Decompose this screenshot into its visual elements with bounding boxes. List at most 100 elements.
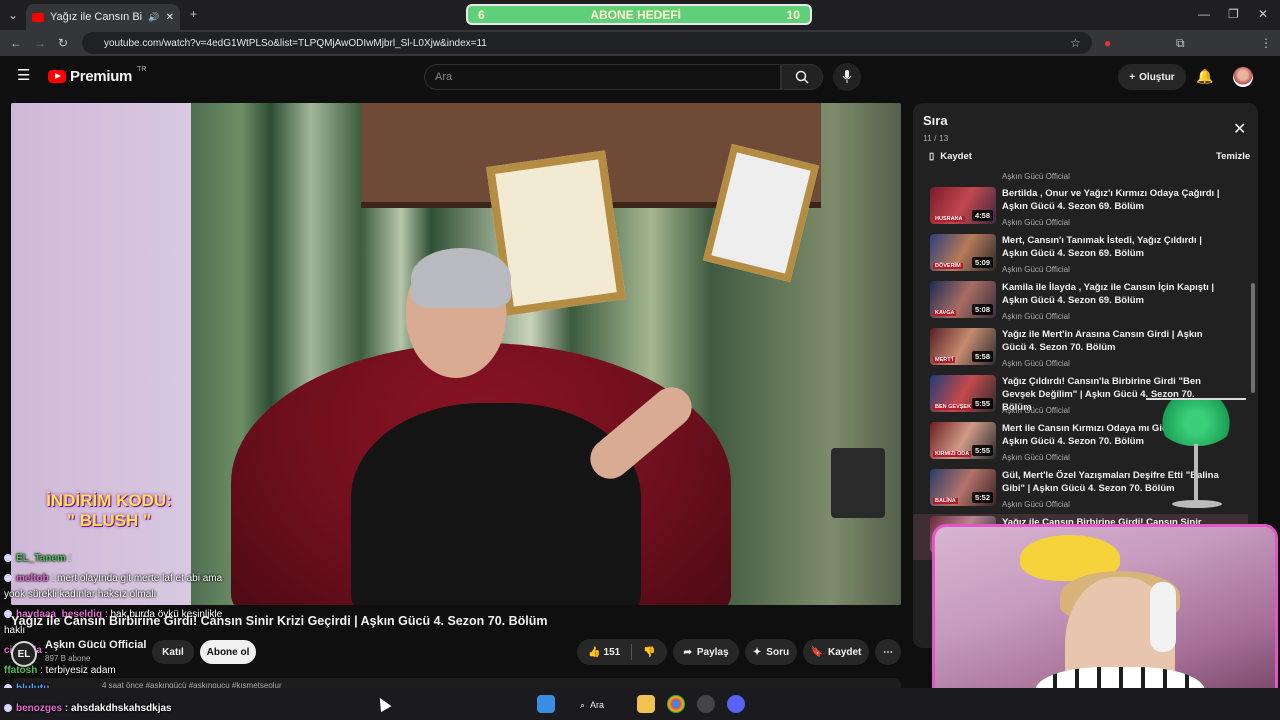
dislike-button[interactable]: 👎: [643, 647, 655, 658]
restore-icon[interactable]: ❐: [1228, 7, 1239, 21]
window-close-icon[interactable]: ✕: [1258, 7, 1268, 21]
video-thumbnail: HUSRANA 4:58: [930, 187, 996, 224]
playlist-save-label: Kaydet: [940, 151, 972, 162]
address-bar[interactable]: youtube.com/watch?v=4edG1WtPLSo&list=TLP…: [82, 32, 1092, 54]
video-thumbnail: MERT'İ 5:58: [930, 328, 996, 365]
account-avatar[interactable]: [1233, 67, 1253, 87]
discord-icon[interactable]: [727, 695, 745, 713]
join-button[interactable]: Katıl: [152, 640, 194, 664]
app-icon[interactable]: [697, 695, 715, 713]
plus-icon: +: [1129, 71, 1136, 83]
more-actions-button[interactable]: ⋯: [875, 639, 901, 665]
save-button[interactable]: 🔖 Kaydet: [803, 639, 869, 665]
create-label: Oluştur: [1139, 71, 1175, 83]
video-thumbnail: DÖVERİM 5:09: [930, 234, 996, 271]
logo-text: Premium: [70, 68, 133, 85]
channel-avatar[interactable]: EL: [11, 641, 37, 667]
mug: [831, 448, 885, 518]
divider: [631, 644, 633, 660]
channel-name[interactable]: Aşkın Gücü Official: [45, 639, 146, 651]
person-body: [351, 403, 641, 605]
ask-button[interactable]: ✦ Soru: [745, 639, 797, 665]
youtube-favicon-icon: [32, 12, 44, 22]
item-channel: Aşkın Gücü Official: [1002, 265, 1070, 274]
person-hair: [411, 248, 511, 308]
chat-message: yook sürekli kadınlar haksız olmalı: [4, 589, 157, 600]
notifications-bell-icon[interactable]: 🔔: [1196, 68, 1213, 85]
tab-list-icon[interactable]: ⌄: [8, 8, 18, 22]
like-button[interactable]: 👍 151: [588, 647, 620, 658]
minimize-icon[interactable]: —: [1198, 7, 1210, 21]
save-label: Kaydet: [828, 646, 862, 658]
playlist-header: Sıra 11 / 13 ✕ ▯ Kaydet Temizle Aşkın Güc…: [913, 103, 1258, 181]
video-thumbnail: KIRMIZI ODA 5:55: [930, 422, 996, 459]
back-icon[interactable]: ←: [10, 36, 22, 50]
chat-badge-icon: [4, 574, 12, 582]
file-explorer-icon[interactable]: [637, 695, 655, 713]
search-input[interactable]: Ara: [424, 64, 781, 90]
new-tab-icon[interactable]: +: [190, 7, 197, 21]
playlist-close-icon[interactable]: ✕: [1233, 119, 1246, 139]
browser-menu-icon[interactable]: ⋮: [1260, 36, 1272, 50]
video-title: Yağız ile Cansın Birbirine Girdi! Cansın…: [11, 614, 548, 628]
browser-toolbar: ← → ↻ youtube.com/watch?v=4edG1WtPLSo&li…: [0, 30, 1280, 56]
menu-hamburger-icon[interactable]: ☰: [17, 68, 30, 83]
item-title: Mert, Cansın'ı Tanımak İstedi, Yağız Çıl…: [1002, 235, 1202, 259]
create-button[interactable]: + Oluştur: [1118, 64, 1186, 90]
reload-icon[interactable]: ↻: [58, 36, 68, 50]
playlist-item[interactable]: DÖVERİM 5:09 Mert, Cansın'ı Tanımak İsted…: [913, 232, 1248, 278]
item-channel: Aşkın Gücü Official: [1002, 312, 1070, 321]
playlist-item[interactable]: KAVGA 5:08 Kamila ile İlayda , Yağız ile …: [913, 279, 1248, 325]
promo-line-1: İNDİRİM KODU:: [46, 491, 172, 510]
sparkle-icon: ✦: [752, 646, 762, 658]
url-text: youtube.com/watch?v=4edG1WtPLSo&list=TLP…: [104, 37, 487, 49]
item-channel: Aşkın Gücü Official: [1002, 359, 1070, 368]
chat-message: benozges : ahsdakdhskahsdkjas: [4, 703, 172, 714]
discount-code-overlay: İNDİRİM KODU: " BLUSH ": [29, 491, 189, 531]
chat-message: ffatosh : terbiyesiz adam: [4, 665, 116, 676]
search-placeholder: Ara: [435, 71, 453, 83]
glass-bowl: [1146, 398, 1246, 446]
audio-icon[interactable]: 🔊: [148, 12, 159, 23]
search-icon: [795, 70, 809, 84]
item-channel: Aşkın Gücü Official: [1002, 500, 1070, 509]
playlist-save-button[interactable]: ▯ Kaydet: [929, 151, 972, 162]
bookmark-star-icon[interactable]: ☆: [1070, 36, 1081, 50]
subscribe-button[interactable]: Abone ol: [200, 640, 256, 664]
chrome-icon[interactable]: [667, 695, 685, 713]
share-label: Paylaş: [696, 646, 729, 658]
ask-label: Soru: [766, 646, 790, 658]
extensions-puzzle-icon[interactable]: ⧉: [1176, 36, 1185, 50]
playlist-item[interactable]: MERT'İ 5:58 Yağız ile Mert'in Arasına Can…: [913, 326, 1248, 372]
goal-target: 10: [786, 7, 800, 22]
voice-search-button[interactable]: [833, 63, 861, 91]
microphone-icon: [842, 70, 852, 83]
playlist-clear-button[interactable]: Temizle: [1216, 151, 1250, 162]
subscriber-goal-overlay: 6 ABONE HEDEFİ 10: [466, 4, 812, 25]
video-player[interactable]: İNDİRİM KODU: " BLUSH ": [11, 103, 901, 605]
browser-tab[interactable]: Yağız ile Cansın Birbirine Gi 🔊 ✕: [26, 4, 180, 30]
bookmark-icon: ▯: [929, 151, 935, 162]
forward-icon[interactable]: →: [34, 36, 46, 50]
search-button[interactable]: [781, 64, 823, 90]
playlist-title: Sıra: [923, 113, 948, 128]
share-button[interactable]: ➦ Paylaş: [673, 639, 739, 665]
playlist-item[interactable]: HUSRANA 4:58 Bertilda , Onur ve Yağız'ı K…: [913, 185, 1248, 231]
like-count: 151: [603, 646, 621, 658]
youtube-play-icon: [48, 70, 66, 83]
item-channel: Aşkın Gücü Official: [1002, 453, 1070, 462]
youtube-header: ☰ Premium TR Ara + Oluştur 🔔: [0, 56, 1280, 98]
video-thumbnail: BEN GEVŞEK 5:55: [930, 375, 996, 412]
tab-title: Yağız ile Cansın Birbirine Gi: [50, 11, 143, 23]
youtube-premium-logo[interactable]: Premium TR: [48, 66, 146, 85]
taskbar-search[interactable]: ⌕ Ara: [580, 696, 620, 714]
glass-stem: [1194, 444, 1198, 502]
item-channel: Aşkın Gücü Official: [1002, 218, 1070, 227]
tab-close-icon[interactable]: ✕: [166, 12, 174, 23]
extension-icon[interactable]: ●: [1104, 36, 1111, 50]
item-title: Kamila ile İlayda , Yağız ile Cansın İçi…: [1002, 282, 1215, 306]
windows-start-icon[interactable]: [537, 695, 555, 713]
goal-label: ABONE HEDEFİ: [590, 7, 681, 22]
item-channel: Aşkın Gücü Official: [1002, 406, 1070, 415]
scroll-thumb[interactable]: [1251, 283, 1255, 393]
